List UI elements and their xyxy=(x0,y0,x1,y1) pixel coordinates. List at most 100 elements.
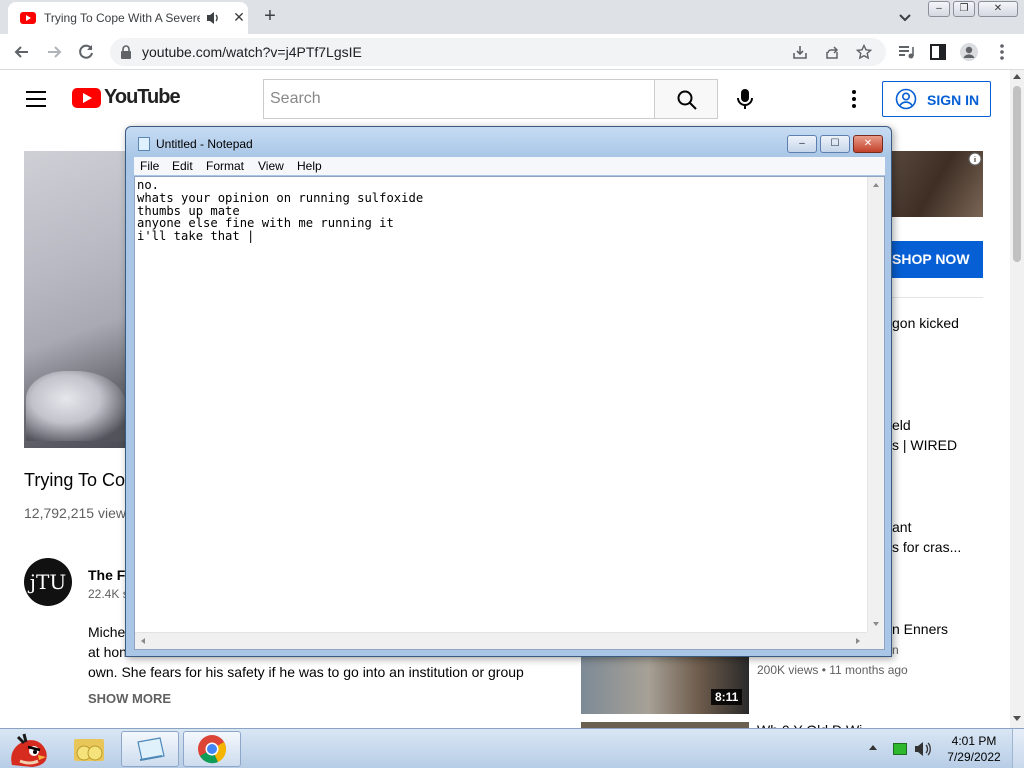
recommendation-title[interactable]: ant xyxy=(892,519,911,535)
show-hidden-icons-arrow-icon[interactable] xyxy=(869,745,877,750)
notepad-close-button[interactable]: ✕ xyxy=(853,135,883,153)
shop-now-button[interactable]: SHOP NOW xyxy=(886,241,983,278)
notepad-vertical-scrollbar[interactable] xyxy=(867,177,884,633)
resize-grip[interactable] xyxy=(867,632,884,649)
view-count: 12,792,215 view xyxy=(24,505,126,521)
sign-in-button[interactable]: SIGN IN xyxy=(882,81,991,117)
start-button[interactable] xyxy=(2,731,54,767)
notepad-title: Untitled - Notepad xyxy=(156,137,253,151)
divider xyxy=(886,297,983,298)
browser-tab-youtube[interactable]: Trying To Cope With A Severe ✕ xyxy=(8,2,248,34)
windows-taskbar: 4:01 PM 7/29/2022 xyxy=(0,728,1024,768)
notepad-text-content[interactable]: no. whats your opinion on running sulfox… xyxy=(137,179,865,243)
search-input[interactable] xyxy=(264,80,654,118)
scroll-up-arrow-icon[interactable] xyxy=(1013,74,1021,79)
volume-speaker-icon[interactable] xyxy=(914,741,932,757)
search-box[interactable] xyxy=(263,79,655,119)
search-button[interactable] xyxy=(654,79,718,119)
tab-search-chevron-icon[interactable] xyxy=(896,8,914,26)
video-player[interactable] xyxy=(24,151,128,448)
menu-edit[interactable]: Edit xyxy=(172,159,193,173)
sign-in-label: SIGN IN xyxy=(927,92,980,108)
description-line: Miche xyxy=(88,624,126,640)
video-title: Trying To Co xyxy=(24,470,126,490)
recommendation-title[interactable]: gon kicked xyxy=(892,315,959,331)
menu-view[interactable]: View xyxy=(258,159,284,173)
hamburger-menu-icon[interactable] xyxy=(26,91,46,107)
channel-name-link[interactable]: The F xyxy=(88,567,125,583)
scroll-left-arrow-icon[interactable] xyxy=(141,638,145,644)
youtube-favicon-icon xyxy=(20,12,36,24)
taskbar-explorer-button[interactable] xyxy=(62,731,120,767)
show-more-button[interactable]: SHOW MORE xyxy=(88,691,171,706)
description-line: at hon xyxy=(88,644,127,660)
page-scrollbar[interactable] xyxy=(1010,70,1024,728)
reload-icon[interactable] xyxy=(76,42,96,62)
recommendation-title[interactable]: eld xyxy=(892,417,911,433)
new-tab-button[interactable]: + xyxy=(258,4,282,28)
youtube-wordmark: YouTube xyxy=(104,86,181,108)
folder-libraries-icon xyxy=(74,739,104,761)
window-minimize-button[interactable]: – xyxy=(928,1,950,17)
address-bar[interactable]: youtube.com/watch?v=j4PTf7LgsIE xyxy=(110,38,886,66)
account-circle-icon xyxy=(895,88,917,110)
window-restore-button[interactable]: ❐ xyxy=(953,1,975,17)
search-icon xyxy=(677,90,697,110)
menu-help[interactable]: Help xyxy=(297,159,322,173)
voice-search-microphone-icon[interactable] xyxy=(734,87,756,111)
taskbar-notepad-button[interactable] xyxy=(121,731,179,767)
channel-avatar[interactable]: jTU xyxy=(24,558,72,606)
description-line: own. She fears for his safety if he was … xyxy=(88,664,524,680)
chrome-taskbar-icon xyxy=(198,735,227,764)
side-panel-icon[interactable] xyxy=(928,42,948,62)
notepad-app-icon xyxy=(138,137,150,151)
tab-title: Trying To Cope With A Severe xyxy=(44,11,200,25)
angry-bird-start-icon xyxy=(11,733,47,767)
bookmark-star-icon[interactable] xyxy=(856,44,872,60)
recommendation-title[interactable]: n Enners xyxy=(892,621,948,637)
notepad-horizontal-scrollbar[interactable] xyxy=(135,632,867,649)
lock-icon[interactable] xyxy=(120,45,132,59)
scroll-down-arrow-icon[interactable] xyxy=(873,622,879,626)
recommendation-thumbnail[interactable] xyxy=(581,656,749,714)
video-frame-content xyxy=(26,371,126,441)
recommendation-title[interactable]: s for cras... xyxy=(892,539,961,555)
network-status-icon[interactable] xyxy=(893,743,907,755)
taskbar-chrome-button[interactable] xyxy=(183,731,241,767)
ad-info-icon[interactable] xyxy=(968,152,982,166)
back-arrow-icon[interactable] xyxy=(12,42,32,62)
chrome-menu-kebab-icon[interactable] xyxy=(992,42,1012,62)
scroll-up-arrow-icon[interactable] xyxy=(873,183,879,187)
recommendation-title[interactable]: s | WIRED xyxy=(892,437,957,453)
media-controls-icon[interactable] xyxy=(896,42,916,62)
scroll-right-arrow-icon[interactable] xyxy=(856,638,860,644)
clock-date: 7/29/2022 xyxy=(947,750,1001,764)
recommendation-meta: 200K views • 11 months ago xyxy=(757,663,908,677)
notepad-maximize-button[interactable]: ☐ xyxy=(820,135,850,153)
install-download-icon[interactable] xyxy=(792,44,808,60)
window-close-button[interactable]: ✕ xyxy=(978,1,1018,17)
system-clock[interactable]: 4:01 PM 7/29/2022 xyxy=(940,733,1008,765)
desktop-screen: Trying To Cope With A Severe ✕ + – ❐ ✕ y… xyxy=(0,0,1024,768)
notepad-menu-bar: File Edit Format View Help xyxy=(134,157,885,175)
tab-close-button[interactable]: ✕ xyxy=(230,8,248,26)
notepad-minimize-button[interactable]: – xyxy=(787,135,817,153)
browser-tab-bar: Trying To Cope With A Severe ✕ + – ❐ ✕ xyxy=(0,0,1024,34)
notepad-window: Untitled - Notepad – ☐ ✕ File Edit Forma… xyxy=(125,126,892,657)
notepad-title-bar[interactable]: Untitled - Notepad – ☐ ✕ xyxy=(126,127,891,157)
recommendation-meta-fragment: n xyxy=(892,643,899,657)
audio-playing-icon[interactable] xyxy=(206,10,220,26)
forward-arrow-icon[interactable] xyxy=(44,42,64,62)
scroll-down-arrow-icon[interactable] xyxy=(1013,716,1021,721)
browser-toolbar: youtube.com/watch?v=j4PTf7LgsIE xyxy=(0,34,1024,70)
notepad-text-area[interactable]: no. whats your opinion on running sulfox… xyxy=(134,176,885,650)
show-desktop-button[interactable] xyxy=(1012,729,1024,768)
profile-avatar-icon[interactable] xyxy=(959,42,979,62)
menu-file[interactable]: File xyxy=(140,159,159,173)
url-text: youtube.com/watch?v=j4PTf7LgsIE xyxy=(142,44,362,60)
scrollbar-thumb[interactable] xyxy=(1013,86,1021,262)
share-icon[interactable] xyxy=(824,44,840,60)
youtube-play-logo-icon xyxy=(72,88,101,108)
settings-kebab-icon[interactable] xyxy=(846,88,862,110)
menu-format[interactable]: Format xyxy=(206,159,244,173)
